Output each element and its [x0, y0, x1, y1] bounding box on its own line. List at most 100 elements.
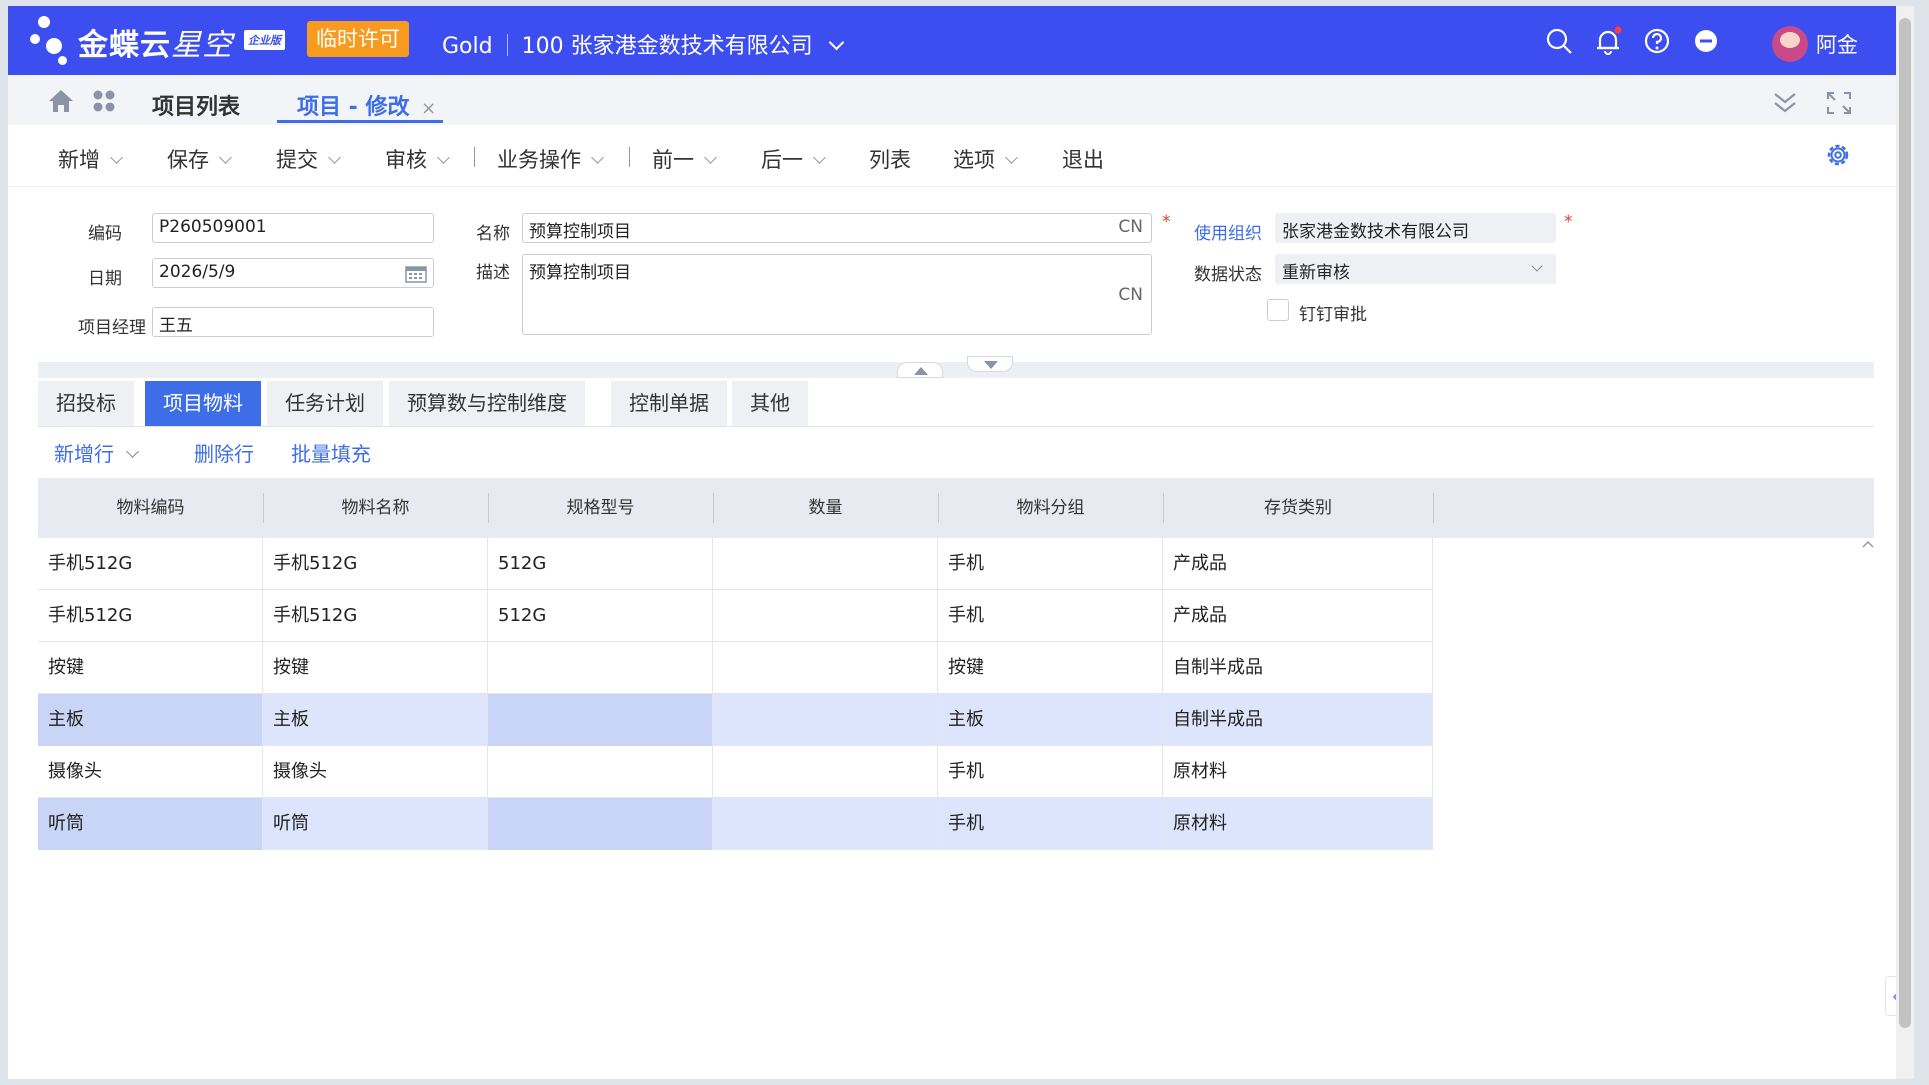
user-menu[interactable]: 阿金: [1772, 26, 1858, 62]
table-cell[interactable]: 手机: [938, 798, 1163, 850]
column-header[interactable]: 物料编码: [38, 478, 263, 538]
table-cell[interactable]: 512G: [488, 538, 713, 590]
calendar-icon[interactable]: [405, 265, 427, 283]
collapse-up-button[interactable]: [897, 362, 943, 378]
table-cell[interactable]: 产成品: [1163, 590, 1433, 642]
batch-fill-button[interactable]: 批量填充: [291, 438, 371, 467]
table-cell[interactable]: [488, 746, 713, 798]
window-scrollbar-thumb[interactable]: [1899, 18, 1911, 1028]
prev-button[interactable]: 前一: [652, 144, 717, 174]
column-header[interactable]: 物料名称: [263, 478, 488, 538]
table-row[interactable]: 听筒 听筒 手机 原材料: [38, 798, 1433, 850]
org-switcher[interactable]: Gold 100 张家港金数技术有限公司: [442, 28, 844, 60]
license-badge[interactable]: 临时许可: [307, 21, 409, 57]
table-cell[interactable]: 听筒: [263, 798, 488, 850]
table-cell[interactable]: 手机512G: [263, 590, 488, 642]
tab-bidding[interactable]: 招投标: [38, 381, 134, 426]
chevron-down-icon: [110, 151, 123, 164]
table-cell[interactable]: 手机512G: [38, 590, 263, 642]
tab-task-plan[interactable]: 任务计划: [267, 381, 383, 426]
table-cell[interactable]: 手机: [938, 538, 1163, 590]
bell-icon[interactable]: [1593, 26, 1623, 56]
table-cell[interactable]: [488, 694, 713, 746]
table-row[interactable]: 摄像头 摄像头 手机 原材料: [38, 746, 1433, 798]
table-row[interactable]: 手机512G 手机512G 512G 手机 产成品: [38, 538, 1433, 590]
table-cell[interactable]: [488, 798, 713, 850]
column-header[interactable]: 存货类别: [1163, 478, 1433, 538]
submit-button[interactable]: 提交: [276, 144, 341, 174]
manager-field[interactable]: 王五: [152, 307, 434, 337]
dingtalk-checkbox[interactable]: [1267, 299, 1289, 321]
add-row-button[interactable]: 新增行: [54, 438, 139, 467]
date-field[interactable]: 2026/5/9: [152, 258, 434, 288]
desc-field[interactable]: 预算控制项目 CN: [522, 254, 1152, 335]
table-cell[interactable]: 产成品: [1163, 538, 1433, 590]
table-row[interactable]: 主板 主板 主板 自制半成品: [38, 694, 1433, 746]
table-cell[interactable]: 原材料: [1163, 798, 1433, 850]
tab-project-list[interactable]: 项目列表: [152, 89, 240, 121]
table-cell[interactable]: 按键: [38, 642, 263, 694]
table-row[interactable]: 手机512G 手机512G 512G 手机 产成品: [38, 590, 1433, 642]
table-cell[interactable]: 512G: [488, 590, 713, 642]
gear-icon[interactable]: [1823, 140, 1853, 170]
column-header[interactable]: 规格型号: [488, 478, 713, 538]
table-row[interactable]: 按键 按键 按键 自制半成品: [38, 642, 1433, 694]
table-cell[interactable]: [713, 538, 938, 590]
code-field[interactable]: P260509001: [152, 213, 434, 243]
table-cell[interactable]: [713, 746, 938, 798]
language-tag[interactable]: CN: [1118, 217, 1143, 237]
new-button[interactable]: 新增: [58, 144, 123, 174]
table-cell[interactable]: [713, 798, 938, 850]
table-cell[interactable]: 按键: [263, 642, 488, 694]
org-label[interactable]: 使用组织: [1194, 219, 1262, 244]
list-button[interactable]: 列表: [869, 144, 911, 174]
org-field[interactable]: 张家港金数技术有限公司: [1275, 213, 1556, 243]
delete-row-button[interactable]: 删除行: [194, 438, 254, 467]
table-cell[interactable]: 手机512G: [263, 538, 488, 590]
table-cell[interactable]: 原材料: [1163, 746, 1433, 798]
name-field[interactable]: 预算控制项目 CN: [522, 213, 1152, 243]
table-cell[interactable]: 手机: [938, 590, 1163, 642]
table-cell[interactable]: 手机512G: [38, 538, 263, 590]
tab-control-documents[interactable]: 控制单据: [611, 381, 727, 426]
tab-project-edit[interactable]: 项目 - 修改 ×: [297, 89, 436, 121]
home-icon[interactable]: [48, 89, 74, 113]
close-tab-icon[interactable]: ×: [421, 98, 436, 119]
column-header[interactable]: 物料分组: [938, 478, 1163, 538]
collapse-all-icon[interactable]: [1772, 91, 1798, 115]
search-icon[interactable]: [1544, 26, 1574, 56]
audit-button[interactable]: 审核: [385, 144, 450, 174]
table-cell[interactable]: 按键: [938, 642, 1163, 694]
table-cell[interactable]: 摄像头: [263, 746, 488, 798]
table-cell[interactable]: [713, 590, 938, 642]
status-select[interactable]: 重新审核: [1275, 254, 1556, 284]
table-cell[interactable]: 主板: [263, 694, 488, 746]
language-tag[interactable]: CN: [1118, 285, 1143, 305]
scroll-up-icon[interactable]: [1862, 540, 1874, 548]
apps-grid-icon[interactable]: [92, 89, 116, 113]
table-cell[interactable]: [713, 694, 938, 746]
next-button[interactable]: 后一: [761, 144, 826, 174]
table-cell[interactable]: 摄像头: [38, 746, 263, 798]
options-button[interactable]: 选项: [953, 144, 1018, 174]
business-ops-button[interactable]: 业务操作: [497, 144, 604, 174]
column-header[interactable]: 数量: [713, 478, 938, 538]
table-cell[interactable]: [488, 642, 713, 694]
user-name: 阿金: [1816, 33, 1858, 57]
more-icon[interactable]: [1691, 26, 1721, 56]
table-cell[interactable]: 主板: [38, 694, 263, 746]
exit-button[interactable]: 退出: [1062, 144, 1104, 174]
collapse-down-button[interactable]: [967, 356, 1013, 372]
fullscreen-icon[interactable]: [1826, 91, 1852, 115]
table-cell[interactable]: 听筒: [38, 798, 263, 850]
tab-project-materials[interactable]: 项目物料: [145, 381, 261, 426]
table-cell[interactable]: 自制半成品: [1163, 642, 1433, 694]
table-cell[interactable]: 主板: [938, 694, 1163, 746]
table-cell[interactable]: 自制半成品: [1163, 694, 1433, 746]
table-cell[interactable]: 手机: [938, 746, 1163, 798]
tab-other[interactable]: 其他: [732, 381, 808, 426]
table-cell[interactable]: [713, 642, 938, 694]
tab-budget-dimensions[interactable]: 预算数与控制维度: [389, 381, 585, 426]
save-button[interactable]: 保存: [167, 144, 232, 174]
help-icon[interactable]: [1642, 26, 1672, 56]
